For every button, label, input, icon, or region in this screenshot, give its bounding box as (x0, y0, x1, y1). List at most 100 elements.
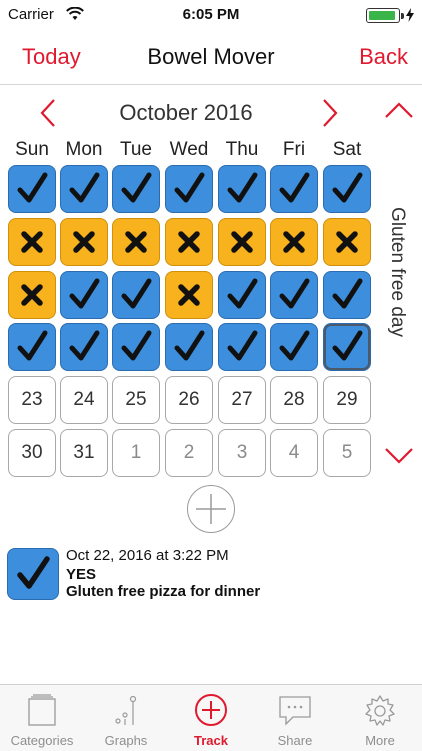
category-label: Gluten free day (387, 207, 408, 337)
check-icon (227, 330, 258, 361)
check-icon (332, 278, 363, 309)
tab-track[interactable]: Track (169, 685, 253, 751)
day-cell[interactable]: 1 (112, 429, 160, 477)
day-cell-yes[interactable] (112, 271, 160, 319)
check-icon (17, 172, 48, 203)
check-icon (69, 278, 100, 309)
tab-graphs[interactable]: Graphs (84, 685, 168, 751)
day-number: 27 (231, 389, 253, 410)
day-cell-yes[interactable] (270, 271, 318, 319)
day-number: 24 (73, 389, 95, 410)
day-cell-no[interactable] (8, 218, 56, 266)
day-cell-no[interactable] (270, 218, 318, 266)
check-icon (69, 172, 100, 203)
check-icon (279, 278, 310, 309)
day-cell-no[interactable] (165, 218, 213, 266)
month-label: October 2016 (119, 100, 253, 125)
entry-check-icon[interactable] (7, 548, 59, 600)
tab-bar: Categories Graphs Track Share More (0, 684, 422, 751)
day-cell[interactable]: 3 (218, 429, 266, 477)
day-cell-yes[interactable] (8, 165, 56, 213)
month-header: October 2016 (0, 94, 422, 132)
check-icon (227, 278, 258, 309)
check-icon (17, 330, 48, 361)
day-cell-no[interactable] (218, 218, 266, 266)
tab-more-label: More (365, 733, 395, 748)
day-cell-yes[interactable] (60, 271, 108, 319)
day-cell[interactable]: 5 (323, 429, 371, 477)
day-cell-no[interactable] (165, 271, 213, 319)
cross-icon (231, 231, 253, 253)
cross-icon (283, 231, 305, 253)
add-entry-button[interactable] (187, 485, 235, 533)
next-category-icon[interactable] (384, 446, 414, 466)
day-number: 29 (336, 389, 358, 410)
day-cell-no[interactable] (112, 218, 160, 266)
weekday-label: Fri (282, 139, 306, 160)
day-cell[interactable]: 2 (165, 429, 213, 477)
day-cell-yes[interactable] (323, 323, 371, 371)
day-cell[interactable]: 24 (60, 376, 108, 424)
day-cell[interactable]: 4 (270, 429, 318, 477)
day-cell[interactable]: 28 (270, 376, 318, 424)
day-number: 4 (288, 442, 300, 463)
day-number: 1 (130, 442, 142, 463)
track-plus-icon (195, 694, 227, 726)
next-month-icon[interactable] (320, 98, 340, 128)
day-cell-yes[interactable] (165, 165, 213, 213)
day-cell-yes[interactable] (323, 271, 371, 319)
weekday-label: Thu (225, 139, 259, 160)
cross-icon (21, 284, 43, 306)
weekday-label: Wed (169, 139, 209, 160)
check-icon (279, 330, 310, 361)
check-icon (279, 172, 310, 203)
tab-categories[interactable]: Categories (0, 685, 84, 751)
check-icon (121, 172, 152, 203)
cross-icon (21, 231, 43, 253)
day-cell-yes[interactable] (218, 271, 266, 319)
cross-icon (178, 284, 200, 306)
day-cell-no[interactable] (60, 218, 108, 266)
day-cell-yes[interactable] (323, 165, 371, 213)
day-cell-yes[interactable] (165, 323, 213, 371)
day-cell[interactable]: 27 (218, 376, 266, 424)
check-icon (332, 330, 363, 361)
day-cell[interactable]: 31 (60, 429, 108, 477)
clock: 6:05 PM (182, 6, 240, 23)
day-number: 25 (125, 389, 147, 410)
day-cell-yes[interactable] (60, 323, 108, 371)
day-cell-yes[interactable] (270, 323, 318, 371)
check-icon (332, 172, 363, 203)
day-cell-yes[interactable] (218, 165, 266, 213)
day-cell-yes[interactable] (60, 165, 108, 213)
day-cell-no[interactable] (323, 218, 371, 266)
day-cell[interactable]: 25 (112, 376, 160, 424)
day-number: 30 (21, 442, 43, 463)
plus-icon (196, 494, 226, 524)
day-cell-yes[interactable] (218, 323, 266, 371)
entry-datetime: Oct 22, 2016 at 3:22 PM (66, 547, 229, 564)
check-icon (174, 330, 205, 361)
day-cell-yes[interactable] (270, 165, 318, 213)
graphs-icon (115, 695, 137, 725)
tab-share[interactable]: Share (253, 685, 337, 751)
day-cell-yes[interactable] (8, 323, 56, 371)
battery-icon (366, 8, 404, 23)
day-cell-yes[interactable] (112, 165, 160, 213)
day-cell[interactable]: 23 (8, 376, 56, 424)
day-cell-no[interactable] (8, 271, 56, 319)
check-icon (174, 172, 205, 203)
tab-more[interactable]: More (338, 685, 422, 751)
day-cell[interactable]: 29 (323, 376, 371, 424)
day-cell-yes[interactable] (112, 323, 160, 371)
day-cell[interactable]: 26 (165, 376, 213, 424)
back-button[interactable]: Back (359, 44, 408, 70)
status-bar: Carrier 6:05 PM (0, 0, 422, 30)
day-number: 23 (21, 389, 43, 410)
day-cell[interactable]: 30 (8, 429, 56, 477)
tab-share-label: Share (277, 733, 313, 748)
weekday-label: Tue (119, 139, 153, 160)
previous-category-icon[interactable] (384, 100, 414, 120)
charging-icon (406, 8, 414, 22)
cross-icon (73, 231, 95, 253)
